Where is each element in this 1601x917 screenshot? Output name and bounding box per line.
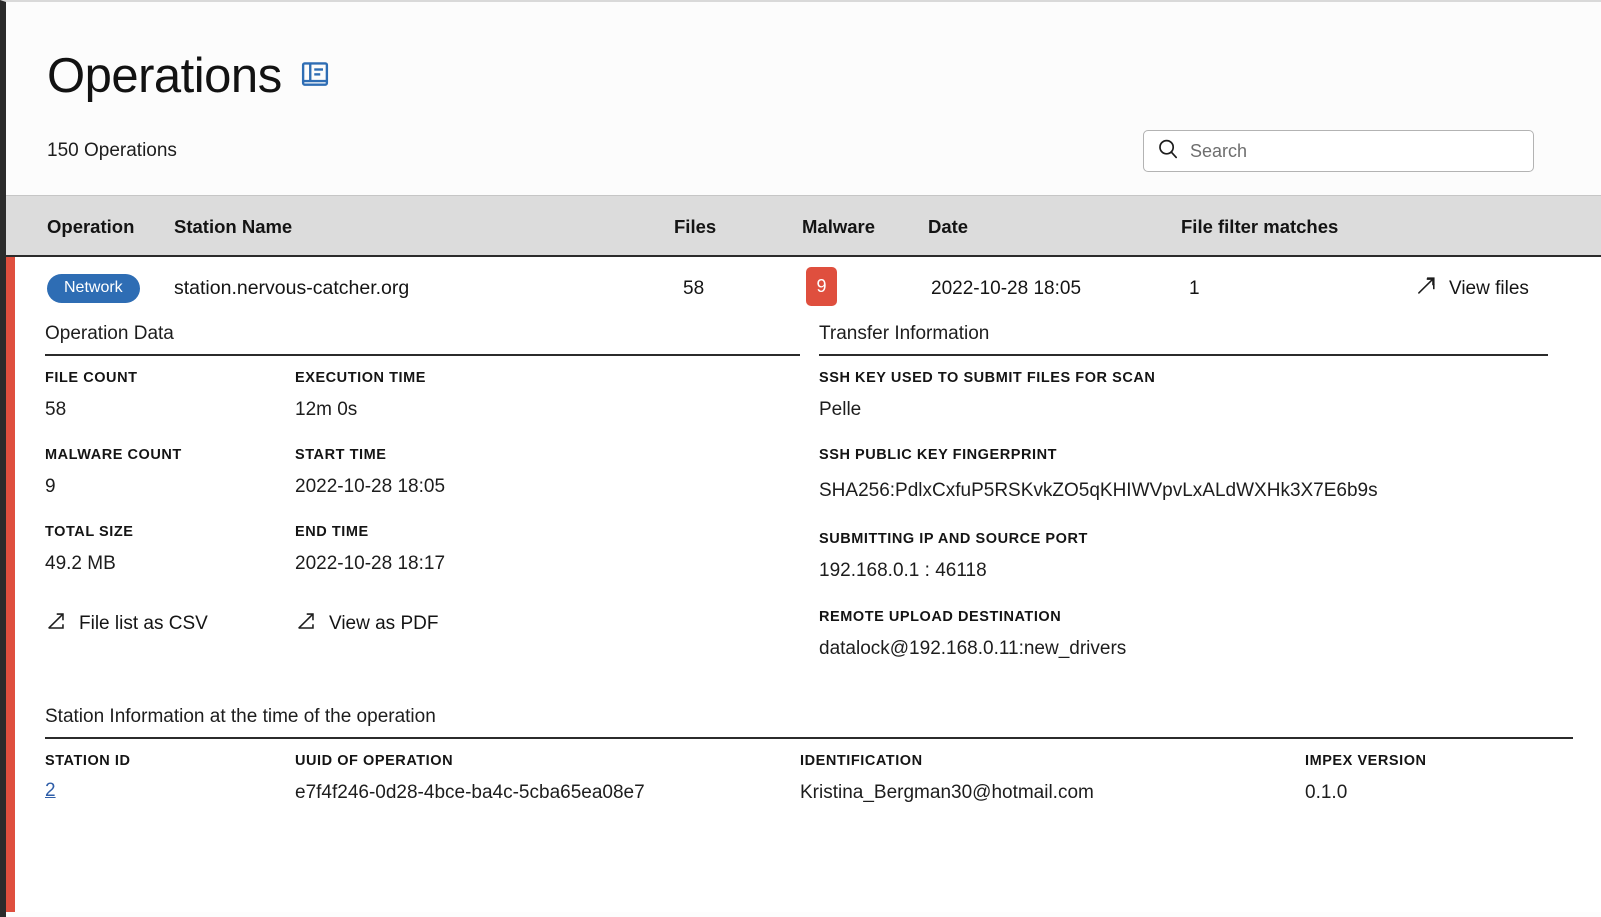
column-header-malware[interactable]: Malware [802,216,875,238]
files-count-cell: 58 [683,278,705,299]
file-list-as-csv-link[interactable]: File list as CSV [45,610,295,638]
field-start-time: START TIME 2022-10-28 18:05 [295,447,775,500]
field-value: 12m 0s [295,399,358,420]
field-value: Kristina_Bergman30@hotmail.com [800,781,1094,803]
field-identification: IDENTIFICATION Kristina_Bergman30@hotmai… [800,753,1305,806]
field-impex-version: IMPEX VERSION 0.1.0 [1305,753,1525,806]
field-value: 2022-10-28 18:05 [295,476,446,498]
field-value: 192.168.0.1 : 46118 [819,560,987,582]
external-link-icon [295,610,317,638]
operation-data-panel: Operation Data FILE COUNT 58 EXECUTION T… [45,323,800,686]
operation-type-badge[interactable]: Network [47,274,140,303]
field-label: REMOTE UPLOAD DESTINATION [819,608,1062,625]
column-header-station-name[interactable]: Station Name [174,216,292,238]
operation-data-title: Operation Data [45,323,174,344]
field-value: Pelle [819,399,862,420]
field-execution-time: EXECUTION TIME 12m 0s [295,370,775,423]
operations-count: 150 Operations [47,140,177,161]
title-row: Operations [47,52,330,101]
field-remote-upload-destination: REMOTE UPLOAD DESTINATION datalock@192.1… [819,609,1548,662]
field-value: e7f4f246-0d28-4bce-ba4c-5cba65ea08e7 [295,781,645,803]
field-label: MALWARE COUNT [45,447,182,464]
field-ssh-public-key-fingerprint: SSH PUBLIC KEY FINGERPRINT SHA256:PdlxCx… [819,447,1548,507]
field-label: TOTAL SIZE [45,524,134,541]
link-label: View as PDF [329,612,439,634]
external-link-icon [1415,275,1437,303]
search-box[interactable] [1143,130,1534,172]
page-header: Operations 150 Operations [6,2,1601,195]
field-total-size: TOTAL SIZE 49.2 MB [45,524,295,577]
field-value: 49.2 MB [45,553,116,575]
date-cell: 2022-10-28 18:05 [931,278,1082,299]
field-label: SSH PUBLIC KEY FINGERPRINT [819,447,1058,464]
detail-panels: Operation Data FILE COUNT 58 EXECUTION T… [15,323,1601,686]
divider [45,736,1573,739]
operations-page: Operations 150 Operations Search Operati… [0,0,1601,917]
table-row: Network station.nervous-catcher.org 58 9… [6,257,1601,912]
divider [45,354,800,356]
search-icon [1156,137,1180,166]
field-label: EXECUTION TIME [295,370,426,386]
search-input[interactable] [1190,140,1520,162]
external-link-icon [45,610,67,638]
file-filter-matches-cell: 1 [1189,278,1200,299]
field-value: 2022-10-28 18:17 [295,553,446,575]
field-label: UUID OF OPERATION [295,752,454,769]
field-value: 9 [45,476,56,498]
book-manual-icon[interactable] [300,59,330,94]
operation-data-links: File list as CSV View as PDF [45,610,800,638]
field-label: STATION ID [45,752,131,769]
field-end-time: END TIME 2022-10-28 18:17 [295,524,775,577]
transfer-information-panel: Transfer Information SSH KEY USED TO SUB… [819,323,1548,686]
field-value: 0.1.0 [1305,781,1348,803]
field-label: SUBMITTING IP AND SOURCE PORT [819,531,1088,548]
field-station-id: STATION ID 2 [45,753,295,806]
view-files-link[interactable]: View files [1415,275,1529,303]
field-label: FILE COUNT [45,370,138,386]
column-header-operation[interactable]: Operation [47,216,134,238]
transfer-information-title: Transfer Information [819,323,990,344]
column-header-files[interactable]: Files [674,216,716,238]
table-row-summary[interactable]: Network station.nervous-catcher.org 58 9… [15,257,1601,323]
field-ssh-key-used: SSH KEY USED TO SUBMIT FILES FOR SCAN Pe… [819,370,1548,423]
station-information-title: Station Information at the time of the o… [45,705,436,727]
field-value: 58 [45,399,67,420]
station-id-link[interactable]: 2 [45,780,295,802]
page-title: Operations [47,49,282,103]
field-label: END TIME [295,524,369,541]
column-header-file-filter-matches[interactable]: File filter matches [1181,216,1338,238]
field-uuid-of-operation: UUID OF OPERATION e7f4f246-0d28-4bce-ba4… [295,753,800,806]
field-label: START TIME [295,447,387,464]
view-as-pdf-link[interactable]: View as PDF [295,610,438,638]
field-malware-count: MALWARE COUNT 9 [45,447,295,500]
view-files-label: View files [1449,278,1529,299]
field-value: SHA256:PdlxCxfuP5RSKvkZO5qKHIWVpvLxALdWX… [819,480,1378,502]
link-label: File list as CSV [79,612,208,634]
operation-data-fields: FILE COUNT 58 EXECUTION TIME 12m 0s MALW… [45,370,800,602]
station-name-cell: station.nervous-catcher.org [174,277,410,299]
field-value: datalock@192.168.0.11:new_drivers [819,637,1127,659]
station-information-panel: Station Information at the time of the o… [45,706,1573,806]
malware-count-badge: 9 [806,267,837,306]
divider [819,354,1548,356]
field-label: IMPEX VERSION [1305,752,1427,769]
field-label: SSH KEY USED TO SUBMIT FILES FOR SCAN [819,370,1156,386]
column-header-date[interactable]: Date [928,216,968,238]
field-label: IDENTIFICATION [800,752,923,769]
table-header-row: Operation Station Name Files Malware Dat… [6,195,1601,257]
field-submitting-ip-and-source-port: SUBMITTING IP AND SOURCE PORT 192.168.0.… [819,531,1548,584]
station-information-fields: STATION ID 2 UUID OF OPERATION e7f4f246-… [45,753,1573,806]
field-file-count: FILE COUNT 58 [45,370,295,423]
